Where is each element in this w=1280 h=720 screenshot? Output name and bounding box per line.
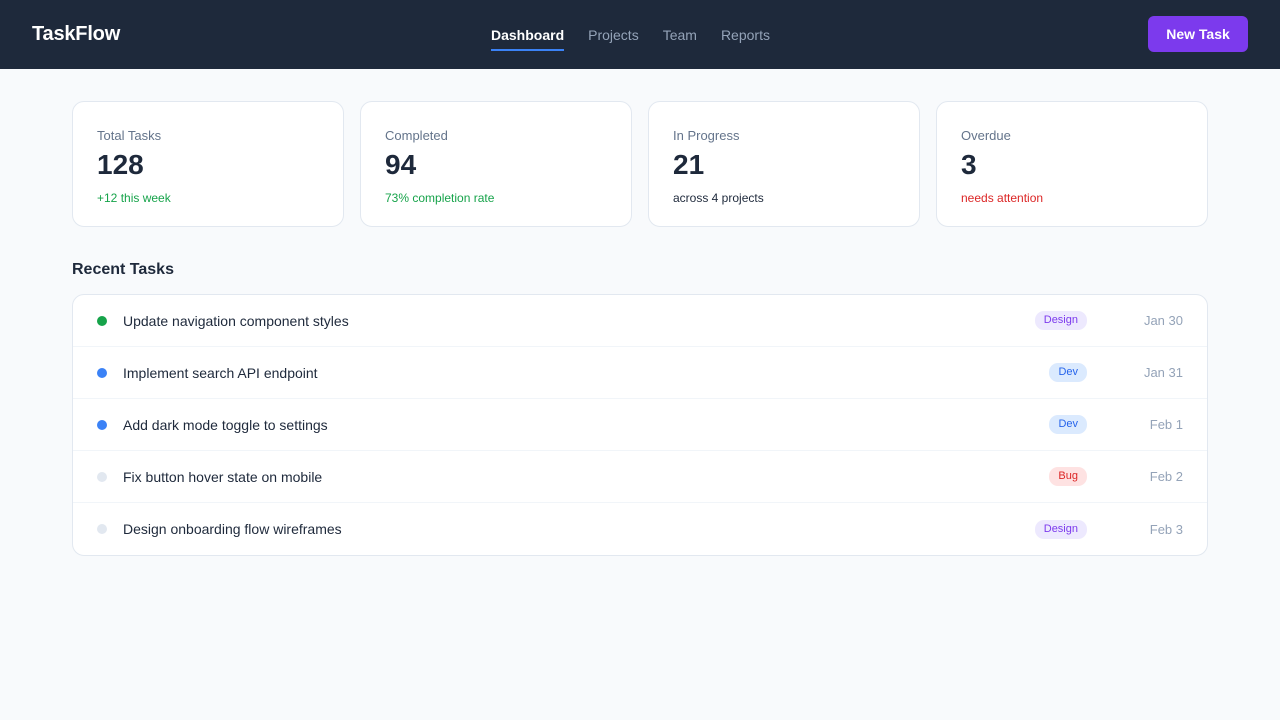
- stat-value: 21: [673, 149, 705, 180]
- new-task-button[interactable]: New Task: [1148, 16, 1248, 52]
- status-dot-icon: [97, 315, 107, 326]
- app-logo[interactable]: TaskFlow: [32, 23, 120, 46]
- task-due-date: Jan 30: [1143, 313, 1183, 328]
- dashboard-main: Total Tasks 128 +12 this week Completed …: [0, 69, 1280, 556]
- main-nav: Dashboard Projects Team Reports: [491, 0, 794, 69]
- stat-card-in-progress: In Progress 21 across 4 projects: [648, 101, 920, 227]
- task-title: Add dark mode toggle to settings: [123, 416, 328, 433]
- stat-value: 128: [97, 149, 144, 180]
- nav-team[interactable]: Team: [663, 0, 697, 69]
- stat-subtext: 73% completion rate: [385, 191, 495, 205]
- task-title: Fix button hover state on mobile: [123, 468, 323, 485]
- stat-value: 3: [961, 149, 977, 180]
- task-tag: Bug: [1049, 467, 1087, 486]
- task-tag: Dev: [1049, 415, 1087, 434]
- stat-subtext: needs attention: [961, 191, 1044, 205]
- status-dot-icon: [97, 524, 107, 534]
- task-row[interactable]: Implement search API endpoint Dev Jan 31: [73, 347, 1207, 399]
- status-dot-icon: [97, 419, 107, 430]
- stat-label: Overdue: [961, 128, 1011, 143]
- nav-reports[interactable]: Reports: [721, 0, 770, 69]
- nav-dashboard[interactable]: Dashboard: [491, 0, 565, 69]
- top-navbar: TaskFlow Dashboard Projects Team Reports…: [0, 0, 1280, 69]
- stats-row: Total Tasks 128 +12 this week Completed …: [72, 101, 1208, 227]
- nav-projects[interactable]: Projects: [588, 0, 639, 69]
- task-row[interactable]: Update navigation component styles Desig…: [73, 295, 1207, 347]
- task-title: Update navigation component styles: [123, 312, 349, 329]
- status-dot-icon: [97, 471, 107, 482]
- task-row[interactable]: Fix button hover state on mobile Bug Feb…: [73, 451, 1207, 503]
- task-title: Implement search API endpoint: [123, 364, 318, 381]
- stat-label: Completed: [385, 128, 448, 143]
- stat-card-total: Total Tasks 128 +12 this week: [72, 101, 344, 227]
- task-row[interactable]: Design onboarding flow wireframes Design…: [73, 503, 1207, 555]
- status-dot-icon: [97, 367, 107, 378]
- stat-value: 94: [385, 149, 417, 180]
- recent-tasks-list: Update navigation component styles Desig…: [72, 294, 1208, 556]
- task-due-date: Feb 3: [1149, 521, 1183, 537]
- stat-subtext: across 4 projects: [673, 191, 764, 205]
- task-due-date: Feb 1: [1149, 417, 1183, 432]
- task-due-date: Jan 31: [1143, 365, 1183, 380]
- recent-tasks-heading: Recent Tasks: [72, 261, 174, 278]
- task-title: Design onboarding flow wireframes: [123, 521, 342, 537]
- task-row[interactable]: Add dark mode toggle to settings Dev Feb…: [73, 399, 1207, 451]
- stat-label: Total Tasks: [97, 128, 162, 143]
- stat-label: In Progress: [673, 128, 740, 143]
- task-tag: Design: [1034, 311, 1087, 330]
- task-tag: Design: [1034, 519, 1087, 539]
- task-due-date: Feb 2: [1149, 469, 1183, 484]
- stat-subtext: +12 this week: [97, 191, 171, 205]
- stat-card-completed: Completed 94 73% completion rate: [360, 101, 632, 227]
- task-tag: Dev: [1049, 363, 1087, 382]
- stat-card-overdue: Overdue 3 needs attention: [936, 101, 1208, 227]
